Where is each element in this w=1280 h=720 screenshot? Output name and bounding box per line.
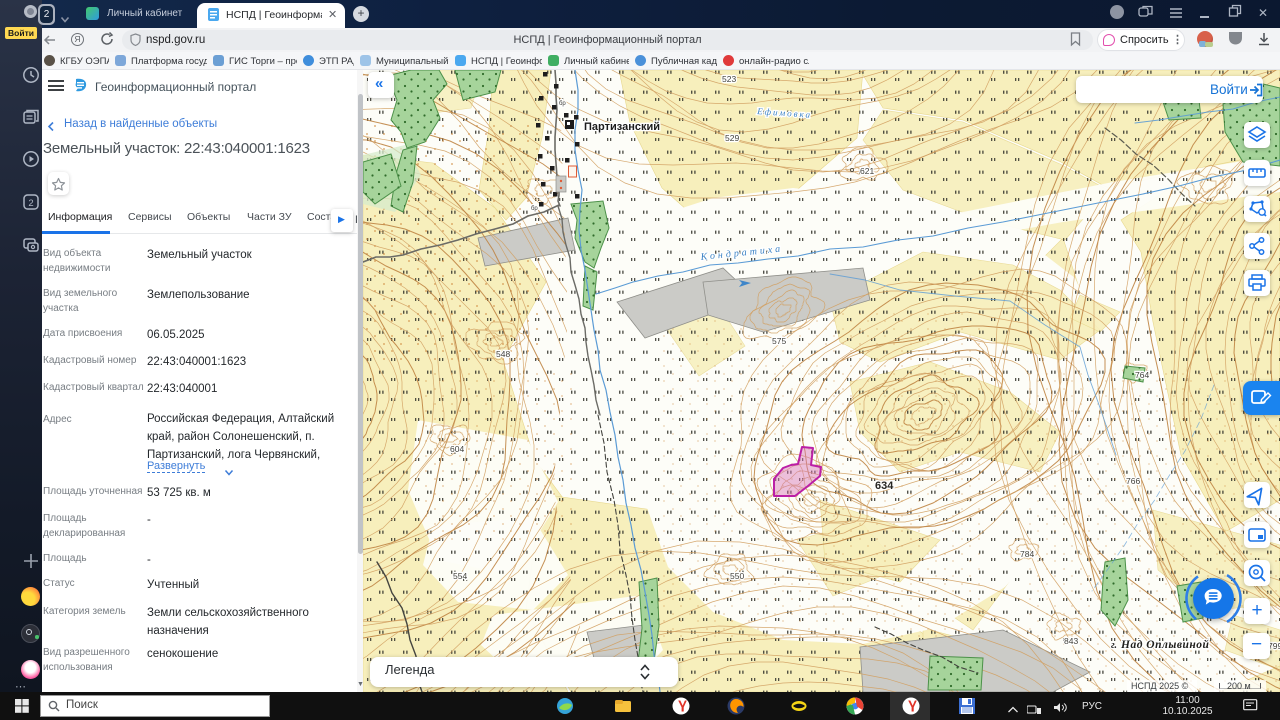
svg-text:784: 784 (1020, 549, 1034, 559)
svg-text:766: 766 (1126, 476, 1140, 486)
svg-text:634: 634 (875, 480, 894, 492)
svg-text:764: 764 (1135, 370, 1149, 380)
svg-text:575: 575 (772, 336, 786, 346)
svg-text:604: 604 (450, 444, 464, 454)
svg-text:Партизанский: Партизанский (584, 121, 660, 133)
svg-text:621: 621 (860, 166, 874, 176)
svg-text:554: 554 (453, 571, 467, 581)
svg-text:550: 550 (730, 571, 744, 581)
svg-text:бр: бр (531, 206, 538, 212)
svg-text:г.: г. (1111, 640, 1117, 651)
svg-text:548: 548 (496, 349, 510, 359)
svg-text:бр: бр (559, 101, 566, 107)
svg-text:529: 529 (725, 133, 739, 143)
svg-text:Над Оплывиной: Над Оплывиной (1120, 638, 1210, 651)
svg-text:2: 2 (28, 198, 33, 209)
svg-text:523: 523 (722, 74, 736, 84)
svg-text:843: 843 (1064, 636, 1078, 646)
